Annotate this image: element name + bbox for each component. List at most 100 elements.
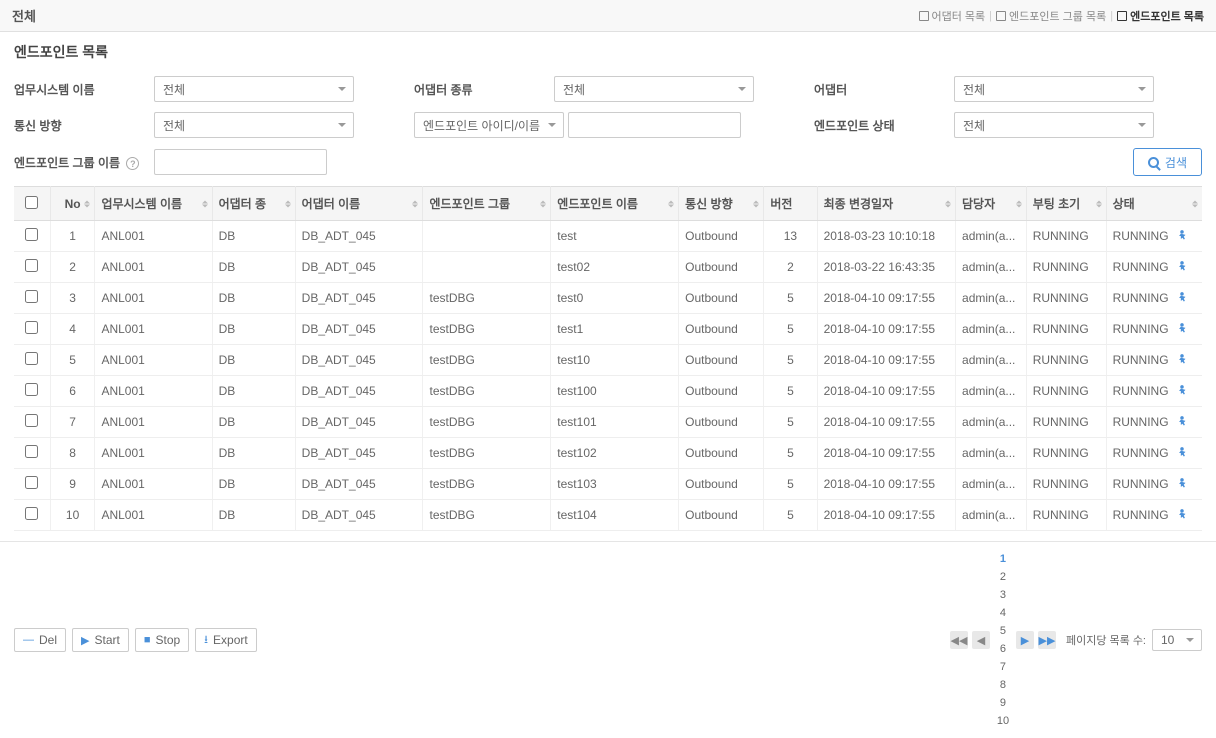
cell-endpoint-group: testDBG (423, 469, 551, 500)
footer-actions: —Del ▶Start ■Stop ⭳Export (14, 628, 257, 652)
col-adapter-type[interactable]: 어댑터 종 (212, 187, 295, 221)
start-button[interactable]: ▶Start (72, 628, 129, 652)
col-boot[interactable]: 부팅 초기 (1026, 187, 1106, 221)
top-link-adapter-list[interactable]: 어댑터 목록 (919, 8, 986, 24)
input-endpoint-idname[interactable] (568, 112, 741, 138)
cell-owner: admin(a... (956, 345, 1027, 376)
page-number-2[interactable]: 2 (994, 568, 1012, 586)
row-checkbox[interactable] (25, 290, 38, 303)
page-number-3[interactable]: 3 (994, 586, 1012, 604)
row-checkbox[interactable] (25, 445, 38, 458)
top-link-endpoint-list[interactable]: 엔드포인트 목록 (1117, 8, 1204, 24)
col-owner[interactable]: 담당자 (956, 187, 1027, 221)
cell-direction: Outbound (679, 221, 764, 252)
cell-adapter-name: DB_ADT_045 (295, 314, 423, 345)
table-row[interactable]: 9ANL001DBDB_ADT_045testDBGtest103Outboun… (14, 469, 1202, 500)
col-modified[interactable]: 최종 변경일자 (817, 187, 955, 221)
row-checkbox[interactable] (25, 228, 38, 241)
cell-biz: ANL001 (95, 376, 212, 407)
cell-adapter-name: DB_ADT_045 (295, 283, 423, 314)
cell-version: 5 (764, 376, 817, 407)
select-all-checkbox[interactable] (25, 196, 38, 209)
cell-boot: RUNNING (1026, 500, 1106, 531)
cell-boot: RUNNING (1026, 283, 1106, 314)
page-number-4[interactable]: 4 (994, 604, 1012, 622)
cell-adapter-name: DB_ADT_045 (295, 407, 423, 438)
delete-button[interactable]: —Del (14, 628, 66, 652)
select-adapter-type[interactable]: 전체 (554, 76, 754, 102)
cell-owner: admin(a... (956, 407, 1027, 438)
cell-version: 13 (764, 221, 817, 252)
select-biz-system[interactable]: 전체 (154, 76, 354, 102)
help-icon[interactable]: ? (126, 157, 139, 170)
select-endpoint-status[interactable]: 전체 (954, 112, 1154, 138)
table-row[interactable]: 4ANL001DBDB_ADT_045testDBGtest1Outbound5… (14, 314, 1202, 345)
select-adapter[interactable]: 전체 (954, 76, 1154, 102)
cell-endpoint-group (423, 221, 551, 252)
table-row[interactable]: 6ANL001DBDB_ADT_045testDBGtest100Outboun… (14, 376, 1202, 407)
list-icon (996, 11, 1006, 21)
cell-biz: ANL001 (95, 252, 212, 283)
col-biz-system[interactable]: 업무시스템 이름 (95, 187, 212, 221)
cell-modified: 2018-03-22 16:43:35 (817, 252, 955, 283)
page-size-select[interactable]: 10 (1152, 629, 1202, 651)
col-adapter-name[interactable]: 어댑터 이름 (295, 187, 423, 221)
cell-endpoint-name: test (551, 221, 679, 252)
page-number-9[interactable]: 9 (994, 694, 1012, 712)
prev-page-button[interactable]: ◀ (972, 631, 990, 649)
cell-adapter-name: DB_ADT_045 (295, 345, 423, 376)
stop-button[interactable]: ■Stop (135, 628, 189, 652)
cell-owner: admin(a... (956, 500, 1027, 531)
table-row[interactable]: 3ANL001DBDB_ADT_045testDBGtest0Outbound5… (14, 283, 1202, 314)
running-icon (1172, 291, 1189, 305)
cell-modified: 2018-04-10 09:17:55 (817, 469, 955, 500)
row-checkbox[interactable] (25, 352, 38, 365)
row-checkbox[interactable] (25, 259, 38, 272)
page-number-7[interactable]: 7 (994, 658, 1012, 676)
row-checkbox[interactable] (25, 507, 38, 520)
col-direction[interactable]: 통신 방향 (679, 187, 764, 221)
col-version[interactable]: 버전 (764, 187, 817, 221)
top-link-endpoint-group-list[interactable]: 엔드포인트 그룹 목록 (996, 8, 1106, 24)
cell-no: 8 (50, 438, 95, 469)
main-panel: 엔드포인트 목록 업무시스템 이름 전체 어댑터 종류 전체 어댑터 전체 통신… (0, 32, 1216, 541)
page-number-5[interactable]: 5 (994, 622, 1012, 640)
select-endpoint-idname-mode[interactable]: 엔드포인트 아이디/이름 (414, 112, 564, 138)
row-checkbox[interactable] (25, 414, 38, 427)
row-checkbox[interactable] (25, 321, 38, 334)
select-direction[interactable]: 전체 (154, 112, 354, 138)
page-number-8[interactable]: 8 (994, 676, 1012, 694)
page-number-10[interactable]: 10 (994, 712, 1012, 730)
page-number-6[interactable]: 6 (994, 640, 1012, 658)
table-row[interactable]: 7ANL001DBDB_ADT_045testDBGtest101Outboun… (14, 407, 1202, 438)
export-button[interactable]: ⭳Export (195, 628, 257, 652)
cell-endpoint-group: testDBG (423, 500, 551, 531)
cell-version: 5 (764, 345, 817, 376)
page-number-1[interactable]: 1 (994, 550, 1012, 568)
running-icon (1172, 322, 1189, 336)
first-page-button[interactable]: ◀◀ (950, 631, 968, 649)
col-endpoint-group[interactable]: 엔드포인트 그룹 (423, 187, 551, 221)
col-endpoint-name[interactable]: 엔드포인트 이름 (551, 187, 679, 221)
cell-owner: admin(a... (956, 221, 1027, 252)
row-checkbox[interactable] (25, 383, 38, 396)
col-no[interactable]: No (50, 187, 95, 221)
input-endpoint-group[interactable] (154, 149, 327, 175)
cell-adapter-name: DB_ADT_045 (295, 500, 423, 531)
cell-modified: 2018-03-23 10:10:18 (817, 221, 955, 252)
cell-adapter-name: DB_ADT_045 (295, 469, 423, 500)
cell-endpoint-group (423, 252, 551, 283)
running-icon (1172, 384, 1189, 398)
cell-endpoint-name: test102 (551, 438, 679, 469)
table-row[interactable]: 8ANL001DBDB_ADT_045testDBGtest102Outboun… (14, 438, 1202, 469)
table-row[interactable]: 10ANL001DBDB_ADT_045testDBGtest104Outbou… (14, 500, 1202, 531)
last-page-button[interactable]: ▶▶ (1038, 631, 1056, 649)
col-status[interactable]: 상태 (1106, 187, 1202, 221)
cell-owner: admin(a... (956, 283, 1027, 314)
table-row[interactable]: 2ANL001DBDB_ADT_045test02Outbound22018-0… (14, 252, 1202, 283)
row-checkbox[interactable] (25, 476, 38, 489)
next-page-button[interactable]: ▶ (1016, 631, 1034, 649)
table-row[interactable]: 1ANL001DBDB_ADT_045testOutbound132018-03… (14, 221, 1202, 252)
search-button[interactable]: 검색 (1133, 148, 1202, 176)
table-row[interactable]: 5ANL001DBDB_ADT_045testDBGtest10Outbound… (14, 345, 1202, 376)
